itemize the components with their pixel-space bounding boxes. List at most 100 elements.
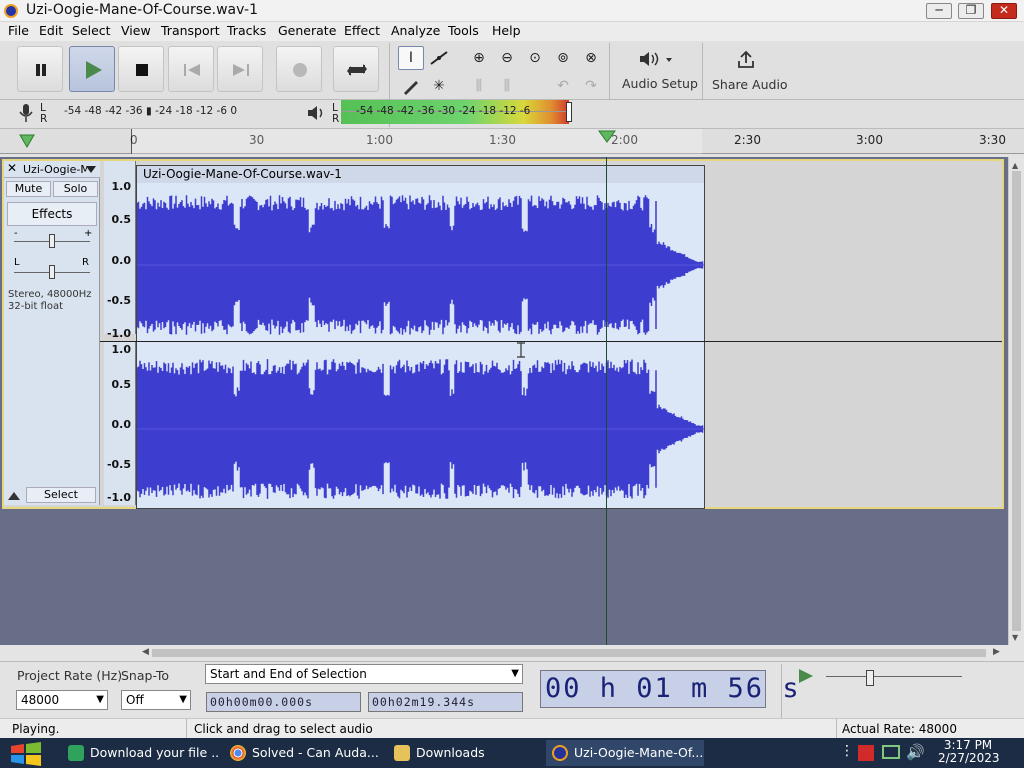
menu-tracks[interactable]: Tracks (227, 23, 266, 38)
solo-button[interactable]: Solo (53, 181, 98, 197)
play-meter-scale: -54 -48 -42 -36 -30 -24 -18 -12 -6 (356, 105, 531, 117)
loop-button[interactable] (333, 46, 379, 92)
scroll-down-icon[interactable]: ▼ (1012, 633, 1018, 642)
snap-to-select[interactable]: Off ▼ (121, 690, 191, 710)
silence-button[interactable]: ⫼ (494, 74, 520, 98)
scale-label: 0.0 (111, 418, 132, 431)
effects-button[interactable]: Effects (7, 202, 97, 226)
fit-selection-button[interactable]: ⊙ (522, 46, 548, 70)
pause-button[interactable] (17, 46, 63, 92)
vertical-scrollbar[interactable]: ▲ ▼ (1008, 157, 1024, 645)
zoom-out-button[interactable]: ⊖ (494, 46, 520, 70)
windows-start-icon[interactable] (9, 742, 43, 766)
menu-edit[interactable]: Edit (39, 23, 63, 38)
timeline-ruler[interactable]: 0 30 1:00 1:30 2:00 2:30 3:00 3:30 (0, 129, 1024, 154)
select-track-button[interactable]: Select (26, 487, 96, 503)
menu-effect[interactable]: Effect (344, 23, 380, 38)
horizontal-scroll-thumb[interactable] (152, 649, 986, 657)
fit-selection-icon: ⊙ (529, 50, 541, 66)
audio-setup-button[interactable]: Audio Setup (616, 43, 698, 99)
taskbar-clock[interactable]: 3:17 PM 2/27/2023 (938, 739, 1000, 765)
speed-slider[interactable] (866, 670, 874, 686)
menu-analyze[interactable]: Analyze (391, 23, 440, 38)
taskbar-item[interactable]: Solved - Can Auda... (224, 740, 382, 766)
undo-button[interactable]: ↶ (550, 74, 576, 98)
playhead-marker-icon[interactable] (598, 130, 616, 144)
taskbar-item[interactable]: Downloads (388, 740, 540, 766)
envelope-tool-button[interactable] (426, 46, 452, 70)
audio-position-display[interactable]: 00 h 01 m 56 s (540, 670, 799, 708)
share-audio-button[interactable]: Share Audio (708, 43, 788, 99)
toolbar-separator (609, 43, 610, 99)
minimize-button[interactable]: ─ (926, 3, 952, 19)
track-close-icon[interactable]: ✕ (7, 161, 17, 175)
fit-project-button[interactable]: ⊚ (550, 46, 576, 70)
zoom-toggle-button[interactable]: ⊗ (578, 46, 604, 70)
track-format-info: Stereo, 48000Hz (8, 289, 92, 300)
waveform[interactable] (137, 183, 704, 509)
project-rate-select[interactable]: 48000 ▼ (16, 690, 108, 710)
zoom-out-icon: ⊖ (501, 50, 513, 66)
ruler-project-range (132, 129, 702, 154)
selection-mode-select[interactable]: Start and End of Selection ▼ (205, 664, 523, 684)
volume-icon[interactable]: 🔊 (906, 743, 925, 761)
skip-start-button[interactable] (168, 46, 214, 92)
menu-tools[interactable]: Tools (448, 23, 479, 38)
taskbar-item[interactable]: Download your file ... (62, 740, 218, 766)
multi-tool-button[interactable]: ✳ (426, 74, 452, 98)
scroll-right-icon[interactable]: ▶ (993, 647, 1000, 657)
empty-track-area[interactable] (0, 510, 1008, 645)
amplitude-scale-left-channel[interactable]: 1.0 0.5 0.0 -0.5 -1.0 (104, 161, 136, 340)
stop-button[interactable] (118, 46, 164, 92)
maximize-button[interactable]: ❐ (958, 3, 984, 19)
mute-button[interactable]: Mute (6, 181, 51, 197)
vertical-scroll-thumb[interactable] (1012, 171, 1021, 631)
horizontal-scrollbar[interactable]: ◀ ▶ (0, 645, 1024, 661)
menu-select[interactable]: Select (72, 23, 111, 38)
record-button[interactable] (276, 46, 322, 92)
gain-slider[interactable] (49, 234, 55, 248)
network-icon[interactable] (882, 745, 900, 759)
play-at-speed-icon[interactable] (795, 666, 817, 686)
tray-overflow-icon[interactable]: ⋮ (840, 743, 854, 759)
track-name-menu[interactable]: Uzi-Oogie-M (23, 163, 87, 176)
menu-view[interactable]: View (121, 23, 151, 38)
toolbar-separator (781, 664, 782, 718)
pause-icon (36, 64, 46, 76)
meter-peak-slider[interactable] (566, 102, 572, 122)
selection-end-time[interactable]: 00h02m19.344s (368, 692, 523, 712)
menu-file[interactable]: File (8, 23, 29, 38)
scroll-up-icon[interactable]: ▲ (1012, 161, 1018, 170)
track-dropdown-icon[interactable] (86, 166, 96, 174)
pan-slider[interactable] (49, 265, 55, 279)
skip-end-button[interactable] (217, 46, 263, 92)
track-control-panel: ✕ Uzi-Oogie-M Mute Solo Effects - + L R … (4, 161, 100, 505)
zoom-in-button[interactable]: ⊕ (466, 46, 492, 70)
play-button[interactable] (69, 46, 115, 92)
share-upload-icon (738, 50, 754, 68)
menu-generate[interactable]: Generate (278, 23, 336, 38)
snap-to-label: Snap-To (121, 668, 169, 683)
menu-transport[interactable]: Transport (161, 23, 220, 38)
timeline-options-icon[interactable] (18, 133, 36, 149)
taskbar-item[interactable]: Uzi-Oogie-Mane-Of... (546, 740, 704, 766)
scale-label: -0.5 (106, 458, 131, 471)
selection-start-time[interactable]: 00h00m00.000s (206, 692, 361, 712)
audio-clip[interactable]: Uzi-Oogie-Mane-Of-Course.wav-1 (136, 165, 705, 509)
redo-button[interactable]: ↷ (578, 74, 604, 98)
status-divider (186, 719, 187, 739)
scroll-left-icon[interactable]: ◀ (142, 647, 149, 657)
close-button[interactable]: ✕ (991, 3, 1017, 19)
amplitude-scale-right-channel[interactable]: 1.0 0.5 0.0 -0.5 -1.0 (104, 341, 136, 505)
snap-to-value: Off (126, 693, 144, 707)
selection-tool-button[interactable]: I (398, 46, 424, 70)
flag-icon[interactable] (858, 745, 874, 761)
record-meter-scale[interactable]: -54 -48 -42 -36 ▮ -24 -18 -12 -6 0 (64, 105, 237, 117)
trim-button[interactable]: ⫼ (466, 74, 492, 98)
menu-help[interactable]: Help (492, 23, 521, 38)
collapse-arrow-icon[interactable] (8, 491, 20, 501)
draw-tool-button[interactable] (398, 74, 424, 98)
audio-track[interactable]: ✕ Uzi-Oogie-M Mute Solo Effects - + L R … (2, 159, 1004, 509)
pencil-icon (404, 81, 418, 95)
clip-title[interactable]: Uzi-Oogie-Mane-Of-Course.wav-1 (137, 166, 704, 183)
